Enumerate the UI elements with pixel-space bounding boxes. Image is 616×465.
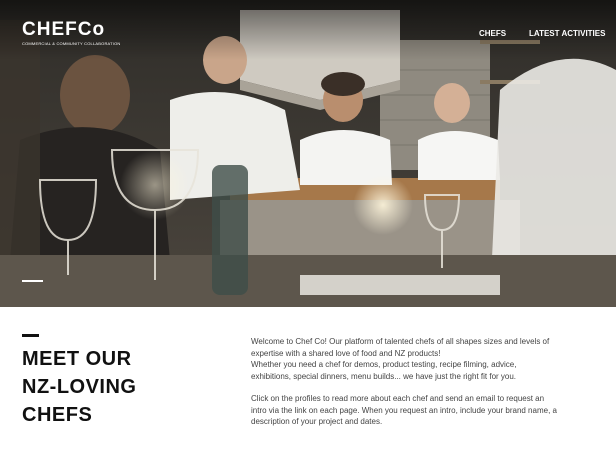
site-logo[interactable]: CHEFCo COMMERCIAL & COMMUNITY COLLABORAT… [22, 20, 120, 46]
cta-line: intro via the link on each page. When yo… [251, 405, 557, 415]
page-title-line: CHEFS [22, 404, 93, 426]
intro-text: Welcome to Chef Co! Our platform of tale… [251, 336, 603, 428]
intro-line: Welcome to Chef Co! Our platform of tale… [251, 337, 550, 346]
intro-line: expertise with a shared love of food and… [251, 348, 441, 358]
page-title-line: NZ-LOVING [22, 376, 137, 398]
hero-slide-indicator [22, 280, 43, 282]
nav-link-chefs[interactable]: CHEFS [479, 29, 506, 38]
hero-image: CHEFCo COMMERCIAL & COMMUNITY COLLABORAT… [0, 0, 616, 307]
logo-tagline: COMMERCIAL & COMMUNITY COLLABORATION [22, 41, 121, 46]
logo-wordmark: CHEFCo [22, 19, 106, 40]
section-divider [22, 334, 39, 337]
cta-line: Click on the profiles to read more about… [251, 394, 545, 403]
nav-link-latest-activities[interactable]: LATEST ACTIVITIES [529, 29, 605, 38]
intro-line: Whether you need a chef for demos, produ… [251, 360, 517, 369]
page-title-line: MEET OUR [22, 348, 132, 370]
cta-line: description of your project and dates. [251, 417, 383, 426]
intro-line: exhibitions, special dinners, menu build… [251, 371, 517, 381]
page-title: MEET OUR NZ-LOVING CHEFS [22, 345, 212, 429]
